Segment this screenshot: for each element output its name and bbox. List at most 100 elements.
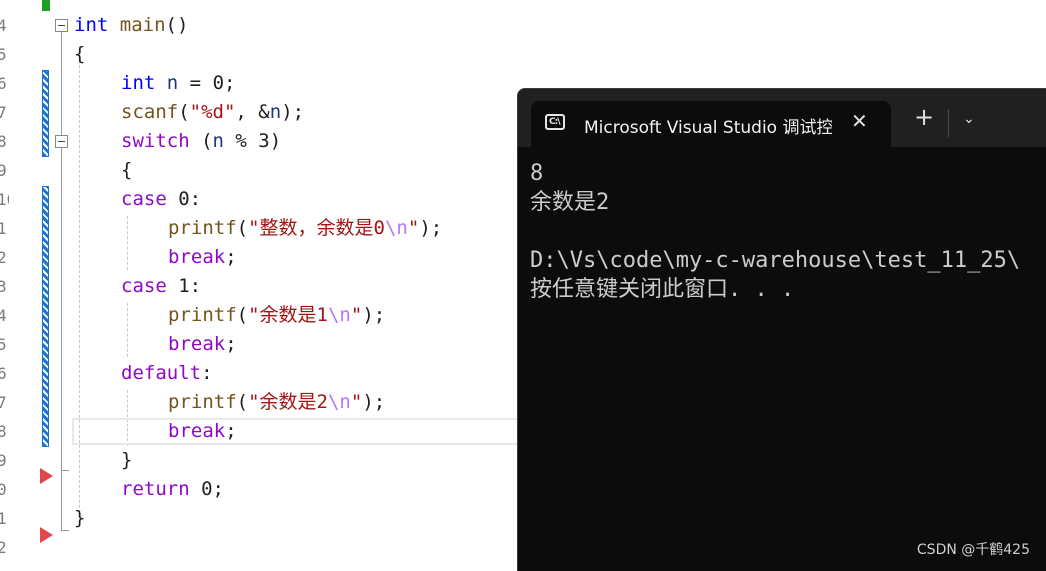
code-token: () xyxy=(165,14,189,36)
code-line: scanf("%d", &n); xyxy=(74,98,442,127)
code-token: 0; xyxy=(189,478,224,500)
code-token: ( xyxy=(236,304,249,326)
new-tab-button[interactable]: + xyxy=(914,105,934,129)
code-token: } xyxy=(74,507,86,529)
code-token: ( xyxy=(178,101,190,123)
code-token: \n xyxy=(327,391,351,413)
code-token: scanf xyxy=(121,101,179,123)
console-output: 8 余数是2 D:\Vs\code\my-c-warehouse\test_11_2… xyxy=(530,159,1046,304)
code-token: % 3) xyxy=(223,130,282,152)
code-token: "余数是1 xyxy=(248,304,328,326)
line-number: 8 xyxy=(0,422,7,441)
code-token: ); xyxy=(281,101,305,123)
code-token: printf xyxy=(168,391,237,413)
code-line: break; xyxy=(74,330,442,359)
code-token: int xyxy=(74,14,109,36)
code-token: printf xyxy=(168,304,237,326)
code-text[interactable]: int main(){int n = 0; scanf("%d", &n); swi… xyxy=(74,11,442,533)
fold-end xyxy=(61,530,69,531)
fold-toggle-switch[interactable] xyxy=(55,135,68,148)
code-line: printf("余数是2\n"); xyxy=(74,388,442,417)
code-token: : xyxy=(201,362,213,384)
code-token: 1: xyxy=(166,275,202,297)
fold-end xyxy=(61,470,69,471)
fold-line xyxy=(61,470,62,530)
code-line: printf("整数，余数是0\n"); xyxy=(74,214,442,243)
line-number: 0 xyxy=(0,480,7,499)
fold-toggle-main[interactable] xyxy=(55,19,68,32)
tab-title: Microsoft Visual Studio 调试控制台 xyxy=(584,118,832,138)
code-token: = xyxy=(178,72,213,94)
code-token: ); xyxy=(419,217,443,239)
code-token: ( xyxy=(236,217,249,239)
line-number: 4 xyxy=(0,306,7,325)
code-token: n xyxy=(269,101,282,123)
code-token: " xyxy=(407,217,420,239)
line-number: 8 xyxy=(0,132,7,151)
code-token: ; xyxy=(224,72,236,94)
line-number: 6 xyxy=(0,74,7,93)
code-token: "余数是2 xyxy=(248,391,328,413)
code-token: ; xyxy=(225,246,237,268)
debug-console-window[interactable]: C:\ Microsoft Visual Studio 调试控制台 ✕ + ⌄ … xyxy=(517,88,1046,571)
code-token: " xyxy=(350,391,363,413)
code-line: default: xyxy=(74,359,442,388)
line-number: 3 xyxy=(0,277,7,296)
code-token: \n xyxy=(384,217,408,239)
code-token: ; xyxy=(225,420,237,442)
code-token: case xyxy=(121,275,167,297)
code-line: printf("余数是1\n"); xyxy=(74,301,442,330)
change-indicator xyxy=(42,70,49,157)
console-icon: C:\ xyxy=(545,114,565,130)
code-line: } xyxy=(74,446,442,475)
code-token: ( xyxy=(189,130,213,152)
code-token: , & xyxy=(235,101,270,123)
code-line: case 1: xyxy=(74,272,442,301)
console-line: 按任意键关闭此窗口. . . xyxy=(530,277,795,302)
line-number: 6 xyxy=(0,364,7,383)
console-line: 8 xyxy=(530,161,544,186)
line-number: 9 xyxy=(0,161,7,180)
code-line: break; xyxy=(74,417,442,446)
console-line: 余数是2 xyxy=(530,190,610,215)
console-line: D:\Vs\code\my-c-warehouse\test_11_25\ xyxy=(530,248,1021,273)
code-token: main xyxy=(119,14,166,36)
code-line: int n = 0; xyxy=(74,69,442,98)
code-token: "整数，余数是0 xyxy=(248,217,385,239)
code-token: ); xyxy=(362,391,386,413)
terminal-tab[interactable]: C:\ Microsoft Visual Studio 调试控制台 ✕ xyxy=(531,101,891,147)
line-number: 1 xyxy=(0,219,7,238)
line-number: 10 xyxy=(0,190,9,209)
terminal-titlebar: C:\ Microsoft Visual Studio 调试控制台 ✕ + ⌄ xyxy=(518,89,1046,147)
code-token: int xyxy=(121,72,156,94)
code-token: printf xyxy=(168,217,237,239)
console-icon-label: C:\ xyxy=(549,117,560,127)
line-number: 7 xyxy=(0,103,7,122)
change-indicator xyxy=(42,186,49,447)
breakpoint-marker[interactable] xyxy=(40,527,53,543)
code-line: { xyxy=(74,40,442,69)
line-number: 7 xyxy=(0,393,7,412)
watermark: CSDN @千鹤425 xyxy=(916,542,1030,558)
code-line: } xyxy=(74,504,442,533)
chevron-down-icon[interactable]: ⌄ xyxy=(963,111,975,127)
code-line: break; xyxy=(74,243,442,272)
code-token: switch xyxy=(121,130,190,152)
code-token: case xyxy=(121,188,167,210)
code-token: } xyxy=(121,449,133,471)
line-number: 5 xyxy=(0,335,7,354)
close-icon[interactable]: ✕ xyxy=(851,109,868,133)
line-number: 4 xyxy=(0,16,7,35)
code-token: \n xyxy=(327,304,351,326)
code-token: break xyxy=(168,333,226,355)
code-token: break xyxy=(168,420,226,442)
line-number: 2 xyxy=(0,248,7,267)
code-line: { xyxy=(74,156,442,185)
breakpoint-marker[interactable] xyxy=(40,468,53,484)
line-number: 9 xyxy=(0,451,7,470)
line-number: 1 xyxy=(0,509,7,528)
run-marker xyxy=(42,0,50,11)
